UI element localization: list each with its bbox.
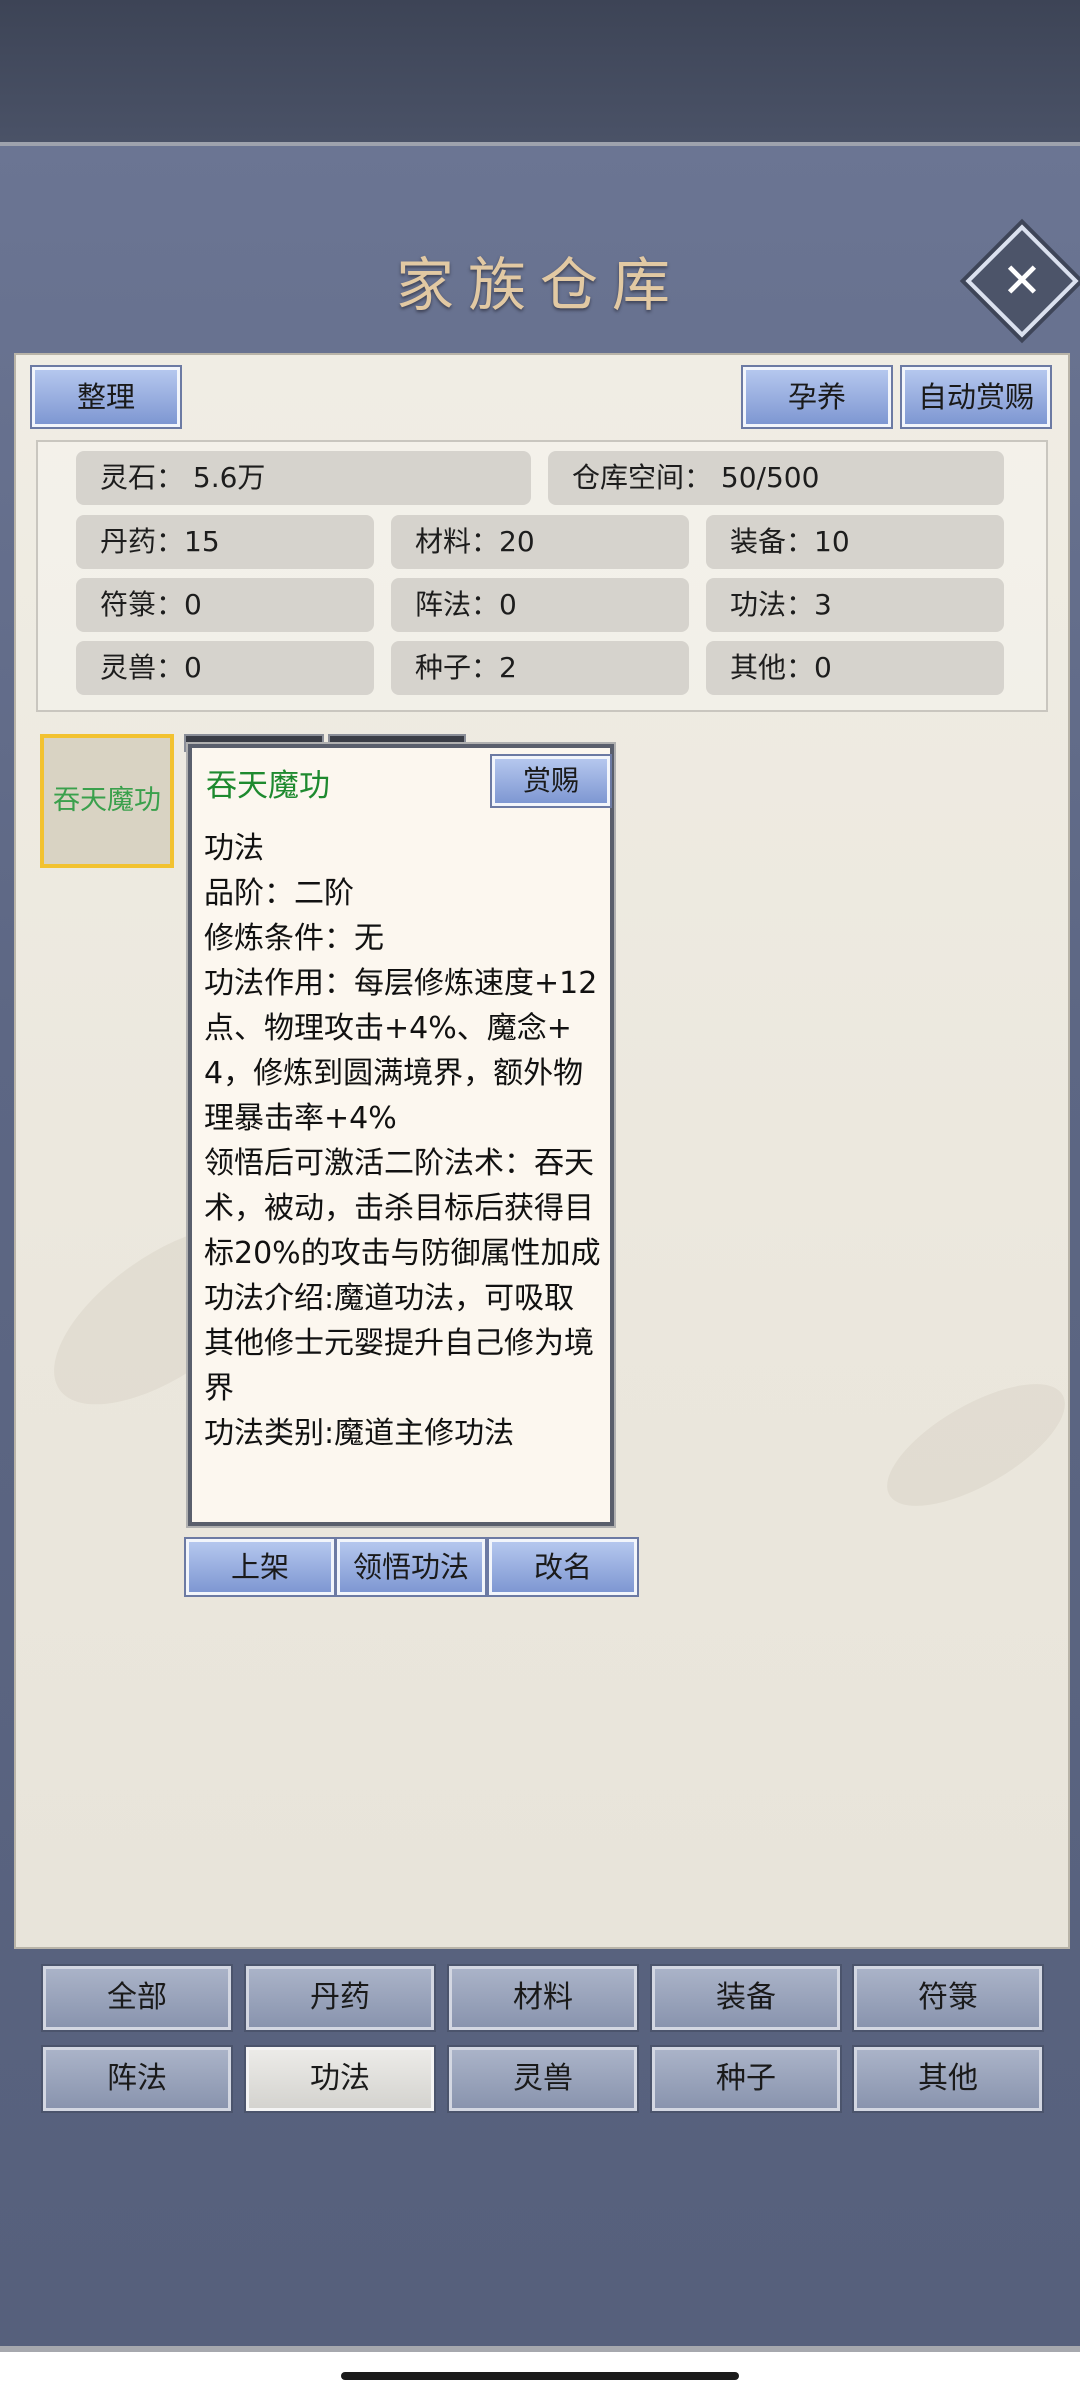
- sort-button[interactable]: 整理: [30, 365, 182, 429]
- formations-stat: 阵法：0: [391, 578, 689, 632]
- status-bar-area: [0, 0, 1080, 146]
- tooltip-line: 功法: [204, 831, 264, 866]
- item-tooltip: 吞天魔功 赏赐 功法 品阶：二阶 修炼条件：无 功法作用：每层修炼速度+12点、…: [188, 744, 614, 1526]
- beasts-stat: 灵兽：0: [76, 641, 374, 695]
- spirit-stone-stat: 灵石： 5.6万: [76, 451, 531, 505]
- category-beasts[interactable]: 灵兽: [447, 2045, 639, 2113]
- shelve-button[interactable]: 上架: [184, 1537, 336, 1597]
- tooltip-line: 领悟后可激活二阶法术：吞天术，被动，击杀目标后获得目标20%的攻击与防御属性加成: [204, 1146, 601, 1271]
- pills-stat: 丹药：15: [76, 515, 374, 569]
- seeds-stat: 种子：2: [391, 641, 689, 695]
- tooltip-body: 功法 品阶：二阶 修炼条件：无 功法作用：每层修炼速度+12点、物理攻击+4%、…: [204, 826, 604, 1456]
- home-indicator[interactable]: [341, 2372, 739, 2380]
- others-stat: 其他：0: [706, 641, 1004, 695]
- tooltip-line: 修炼条件：无: [204, 921, 384, 956]
- rename-button[interactable]: 改名: [487, 1537, 639, 1597]
- equipment-stat: 装备：10: [706, 515, 1004, 569]
- storage-space-stat: 仓库空间： 50/500: [548, 451, 1004, 505]
- materials-stat: 材料：20: [391, 515, 689, 569]
- category-techniques[interactable]: 功法: [244, 2045, 436, 2113]
- tooltip-line: 功法介绍:魔道功法，可吸取其他修士元婴提升自己修为境界: [204, 1281, 594, 1406]
- category-formations[interactable]: 阵法: [41, 2045, 233, 2113]
- category-talismans[interactable]: 符箓: [852, 1964, 1044, 2032]
- category-materials[interactable]: 材料: [447, 1964, 639, 2032]
- category-seeds[interactable]: 种子: [650, 2045, 842, 2113]
- talismans-stat: 符箓：0: [76, 578, 374, 632]
- tooltip-line: 功法类别:魔道主修功法: [204, 1416, 515, 1451]
- category-all[interactable]: 全部: [41, 1964, 233, 2032]
- category-equipment[interactable]: 装备: [650, 1964, 842, 2032]
- close-icon: ✕: [1001, 253, 1043, 309]
- comprehend-button[interactable]: 领悟功法: [335, 1537, 487, 1597]
- item-slot-selected[interactable]: 吞天魔功: [40, 734, 174, 868]
- category-others[interactable]: 其他: [852, 2045, 1044, 2113]
- tooltip-line: 品阶：二阶: [204, 876, 354, 911]
- auto-reward-button[interactable]: 自动赏赐: [900, 365, 1052, 429]
- page-title: 家族仓库: [395, 251, 684, 319]
- tooltip-title: 吞天魔功: [206, 768, 330, 804]
- category-pills[interactable]: 丹药: [244, 1964, 436, 2032]
- reward-button[interactable]: 赏赐: [490, 754, 612, 808]
- bamboo-leaf-decoration: [869, 1360, 1080, 1530]
- nurture-button[interactable]: 孕养: [741, 365, 893, 429]
- techniques-stat: 功法：3: [706, 578, 1004, 632]
- tooltip-line: 功法作用：每层修炼速度+12点、物理攻击+4%、魔念+4，修炼到圆满境界，额外物…: [204, 966, 598, 1136]
